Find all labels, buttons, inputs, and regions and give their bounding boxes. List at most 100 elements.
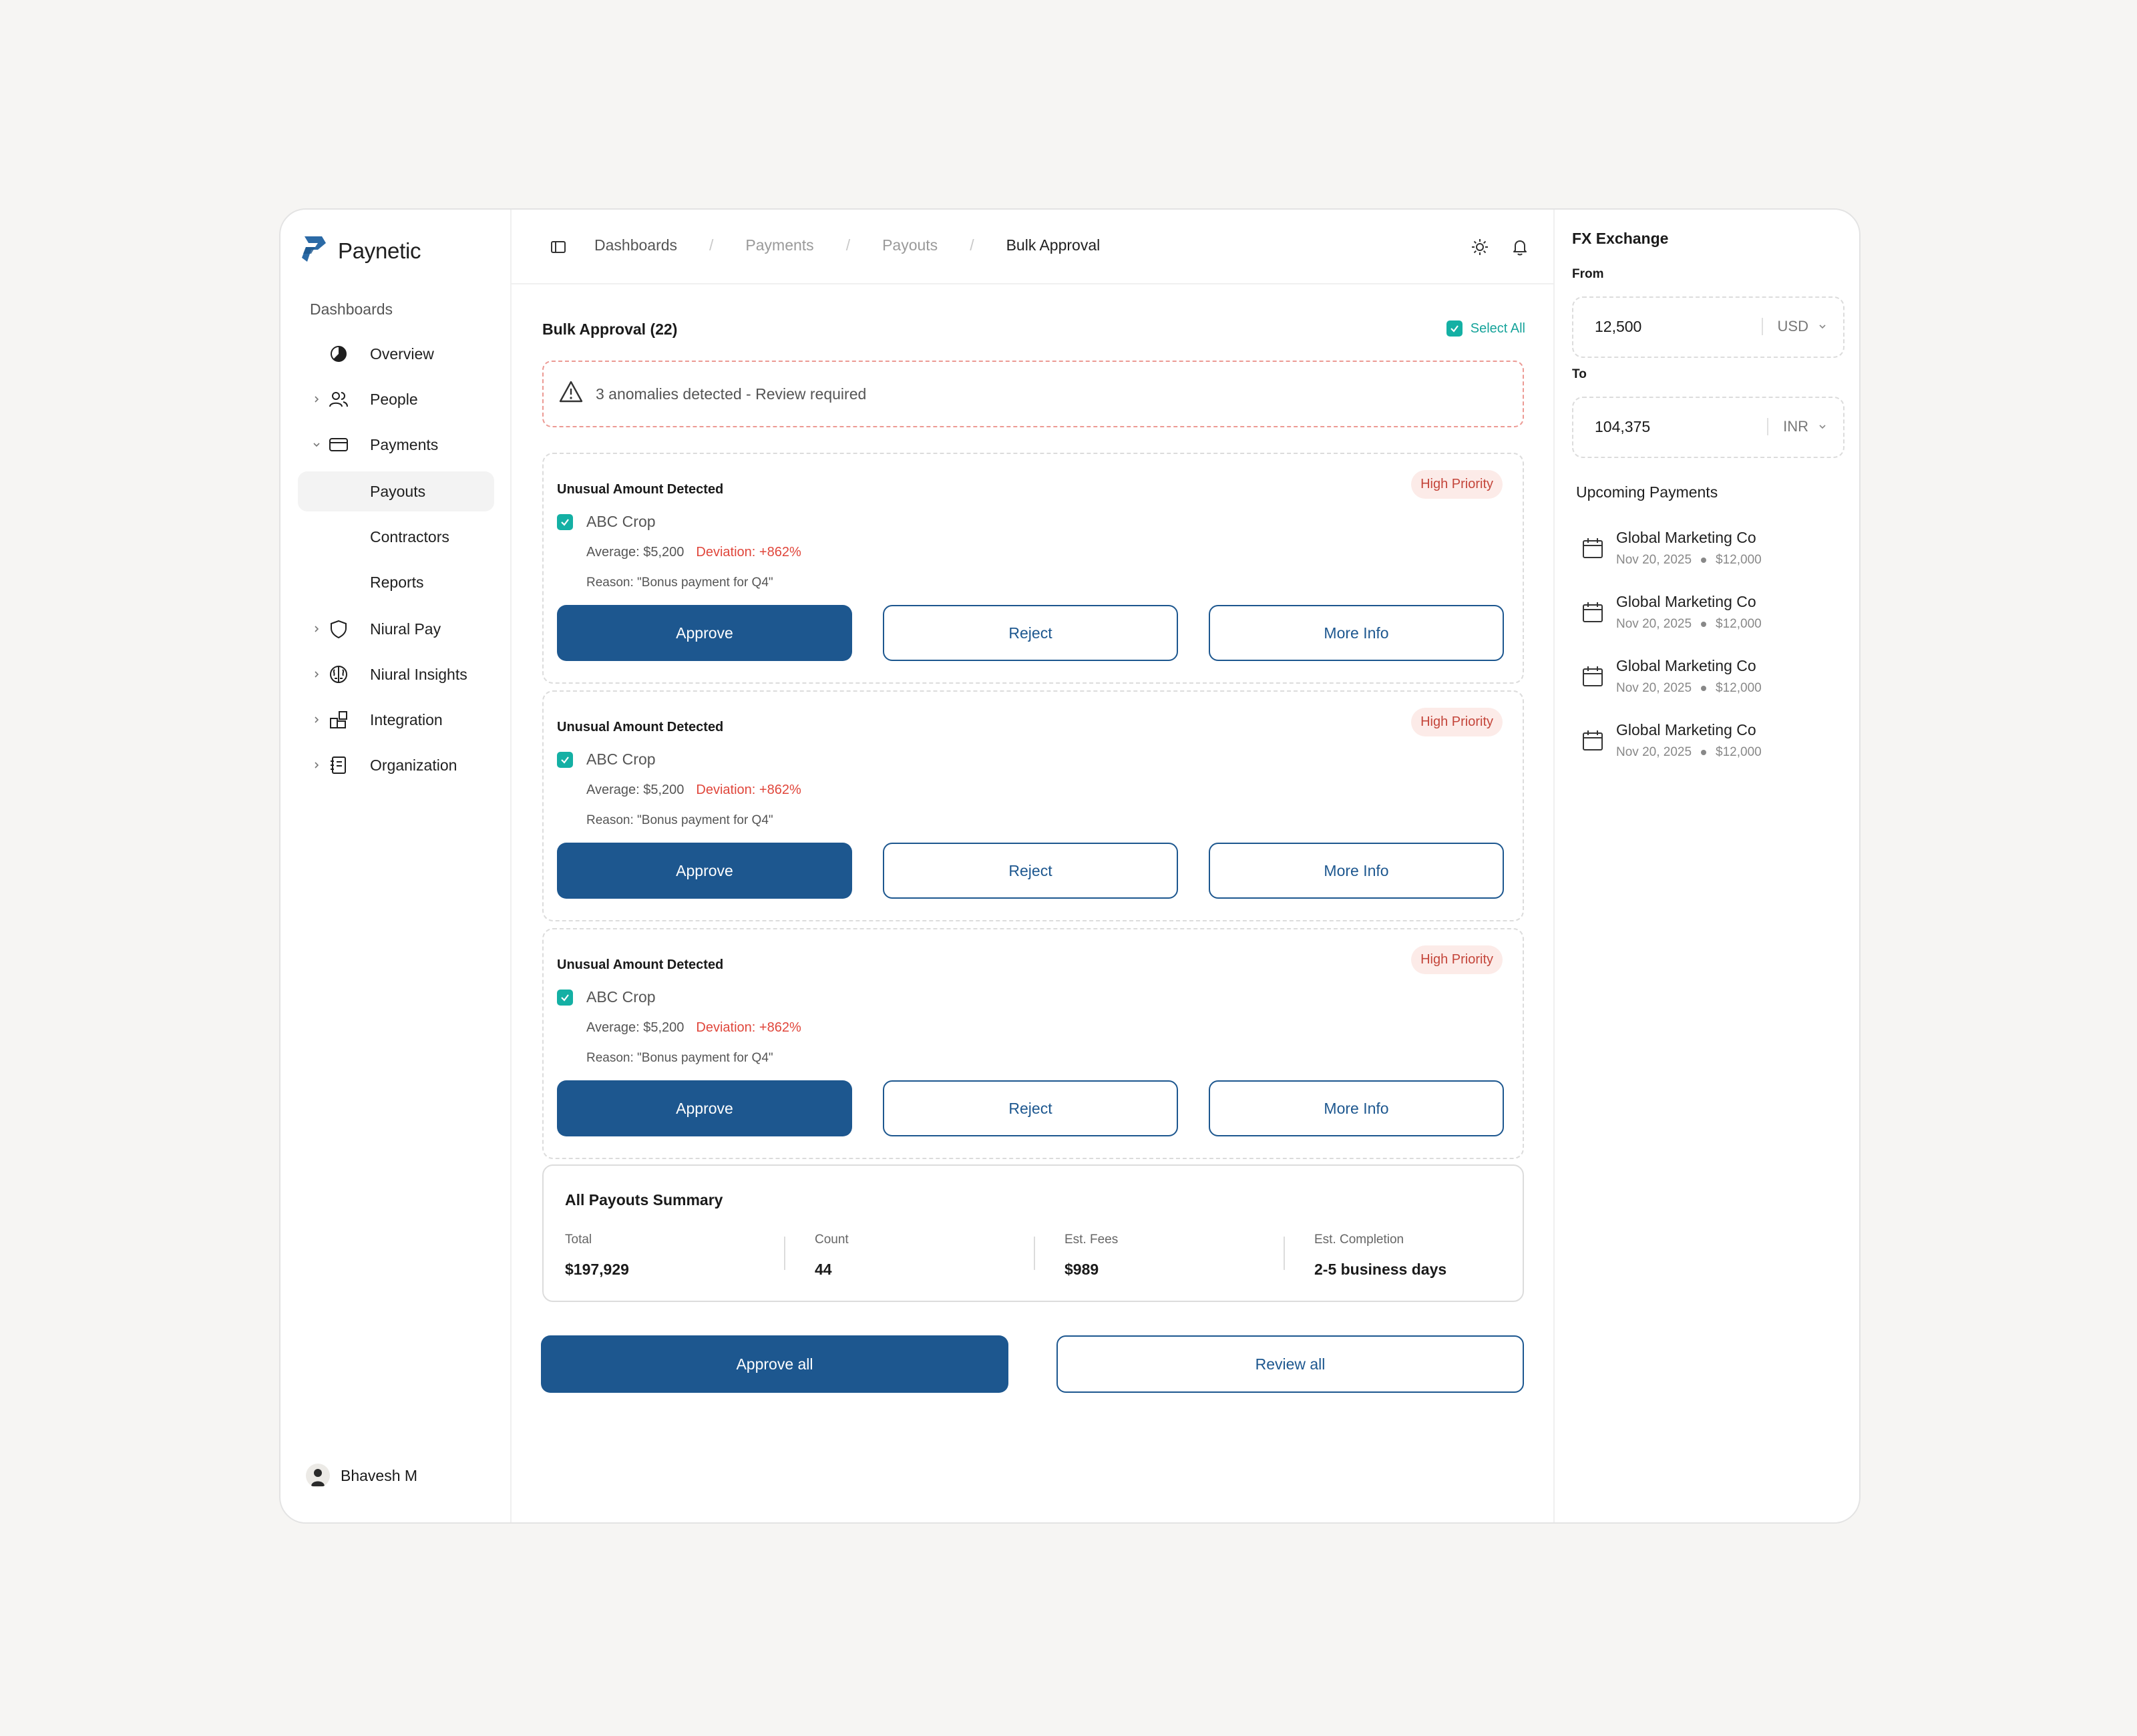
approve-button[interactable]: Approve	[557, 605, 852, 661]
reject-button[interactable]: Reject	[883, 843, 1178, 899]
payee-name: Global Marketing Co	[1616, 721, 1756, 738]
sidebar-item-label: Payouts	[370, 482, 426, 500]
sidebar-item-payouts[interactable]: Payouts	[298, 471, 494, 511]
payment-amount: $12,000	[1716, 681, 1762, 695]
more-info-button[interactable]: More Info	[1209, 605, 1504, 661]
approve-button[interactable]: Approve	[557, 1080, 852, 1136]
payment-amount: $12,000	[1716, 617, 1762, 631]
payment-meta: Nov 20, 2025 $12,000	[1616, 617, 1762, 632]
amount-meta: Average: $5,200 Deviation: +862%	[586, 545, 801, 560]
stat-value: $197,929	[565, 1261, 629, 1278]
sidebar-item-organization[interactable]: Organization	[298, 745, 494, 785]
breadcrumb-separator: /	[845, 236, 851, 254]
stat-label: Count	[815, 1233, 849, 1247]
chevron-right-icon	[311, 760, 322, 771]
sidebar-item-label: Overview	[370, 345, 434, 363]
upcoming-payment-item[interactable]: Global Marketing Co Nov 20, 2025 $12,000	[1581, 721, 1842, 768]
reason-text: Reason: "Bonus payment for Q4"	[586, 1051, 773, 1065]
currency-code: USD	[1777, 318, 1808, 335]
field-divider	[1761, 318, 1763, 335]
checkbox-checked-icon[interactable]	[557, 751, 573, 768]
upcoming-payment-item[interactable]: Global Marketing Co Nov 20, 2025 $12,000	[1581, 529, 1842, 576]
main-content: Dashboards / Payments / Payouts / Bulk A…	[512, 210, 1555, 1522]
deviation-value: Deviation: +862%	[696, 1020, 801, 1035]
sidebar-item-niural-insights[interactable]: Niural Insights	[298, 654, 494, 694]
amount-meta: Average: $5,200 Deviation: +862%	[586, 1020, 801, 1036]
checkbox-checked-icon[interactable]	[557, 513, 573, 530]
summary-title: All Payouts Summary	[565, 1191, 723, 1209]
avatar	[306, 1464, 330, 1488]
chevron-down-icon	[1818, 418, 1827, 435]
breadcrumb-item[interactable]: Payouts	[882, 236, 938, 254]
card-title: Unusual Amount Detected	[557, 957, 724, 972]
payment-amount: $12,000	[1716, 745, 1762, 759]
payouts-summary: All Payouts Summary Total $197,929 Count…	[542, 1164, 1524, 1302]
calendar-icon	[1581, 601, 1604, 627]
separator-dot	[1701, 558, 1707, 563]
fx-from-field[interactable]: 12,500 USD	[1572, 296, 1844, 358]
fx-to-currency-select[interactable]: INR	[1767, 418, 1827, 435]
breadcrumb-item[interactable]: Payments	[745, 236, 813, 254]
sidebar-item-reports[interactable]: Reports	[298, 562, 494, 602]
upcoming-payment-item[interactable]: Global Marketing Co Nov 20, 2025 $12,000	[1581, 657, 1842, 704]
more-info-button[interactable]: More Info	[1209, 1080, 1504, 1136]
stat-value: 44	[815, 1261, 832, 1278]
priority-badge: High Priority	[1411, 945, 1503, 974]
chevron-right-icon	[311, 714, 322, 725]
fx-to-amount[interactable]: 104,375	[1595, 418, 1650, 436]
sidebar-item-label: Niural Insights	[370, 665, 467, 683]
approve-button[interactable]: Approve	[557, 843, 852, 899]
sidebar-item-contractors[interactable]: Contractors	[298, 517, 494, 557]
anomaly-card: Unusual Amount Detected High Priority AB…	[542, 928, 1524, 1159]
sidebar-toggle-icon[interactable]	[546, 235, 570, 259]
sidebar-item-integration[interactable]: Integration	[298, 700, 494, 740]
sidebar-item-label: Reports	[370, 573, 424, 591]
payee-name: Global Marketing Co	[1616, 529, 1756, 546]
alert-text: 3 anomalies detected - Review required	[596, 385, 867, 403]
brand[interactable]: Paynetic	[299, 234, 421, 268]
select-all-checkbox[interactable]: Select All	[1446, 320, 1525, 337]
credit-card-icon	[327, 433, 350, 456]
vendor-row[interactable]: ABC Crop	[557, 513, 656, 531]
page-title: Bulk Approval (22)	[542, 320, 678, 338]
breadcrumb-separator: /	[709, 236, 714, 254]
sidebar-item-niural-pay[interactable]: Niural Pay	[298, 609, 494, 649]
priority-badge: High Priority	[1411, 708, 1503, 736]
bell-icon[interactable]	[1508, 235, 1532, 259]
separator-dot	[1701, 750, 1707, 755]
sun-icon[interactable]	[1468, 235, 1492, 259]
breadcrumb-item[interactable]: Dashboards	[594, 236, 677, 254]
fx-from-currency-select[interactable]: USD	[1761, 318, 1827, 335]
checkbox-checked-icon[interactable]	[557, 989, 573, 1006]
reason-text: Reason: "Bonus payment for Q4"	[586, 576, 773, 590]
payment-date: Nov 20, 2025	[1616, 617, 1692, 631]
shield-icon	[327, 618, 350, 640]
priority-badge: High Priority	[1411, 470, 1503, 499]
sidebar-item-overview[interactable]: Overview	[298, 334, 494, 374]
separator-dot	[1701, 686, 1707, 691]
app-window: Paynetic Dashboards Overview People Paym…	[279, 208, 1861, 1524]
reject-button[interactable]: Reject	[883, 1080, 1178, 1136]
payment-date: Nov 20, 2025	[1616, 681, 1692, 695]
fx-from-label: From	[1572, 267, 1604, 281]
approve-all-button[interactable]: Approve all	[541, 1335, 1008, 1393]
vendor-row[interactable]: ABC Crop	[557, 750, 656, 769]
upcoming-payment-item[interactable]: Global Marketing Co Nov 20, 2025 $12,000	[1581, 593, 1842, 640]
card-title: Unusual Amount Detected	[557, 720, 724, 734]
vendor-name: ABC Crop	[586, 513, 656, 530]
reject-button[interactable]: Reject	[883, 605, 1178, 661]
sidebar-item-people[interactable]: People	[298, 379, 494, 419]
sidebar-item-payments[interactable]: Payments	[298, 425, 494, 465]
more-info-button[interactable]: More Info	[1209, 843, 1504, 899]
vendor-row[interactable]: ABC Crop	[557, 988, 656, 1006]
payee-name: Global Marketing Co	[1616, 593, 1756, 610]
stat-divider	[784, 1237, 785, 1270]
brand-name: Paynetic	[338, 238, 421, 263]
review-all-button[interactable]: Review all	[1056, 1335, 1524, 1393]
summary-stat-completion: Est. Completion 2-5 business days	[1314, 1233, 1446, 1279]
payment-date: Nov 20, 2025	[1616, 745, 1692, 759]
summary-stat-fees: Est. Fees $989	[1064, 1233, 1118, 1279]
fx-from-amount[interactable]: 12,500	[1595, 318, 1641, 336]
fx-to-field[interactable]: 104,375 INR	[1572, 397, 1844, 458]
user-profile[interactable]: Bhavesh M	[306, 1464, 417, 1488]
